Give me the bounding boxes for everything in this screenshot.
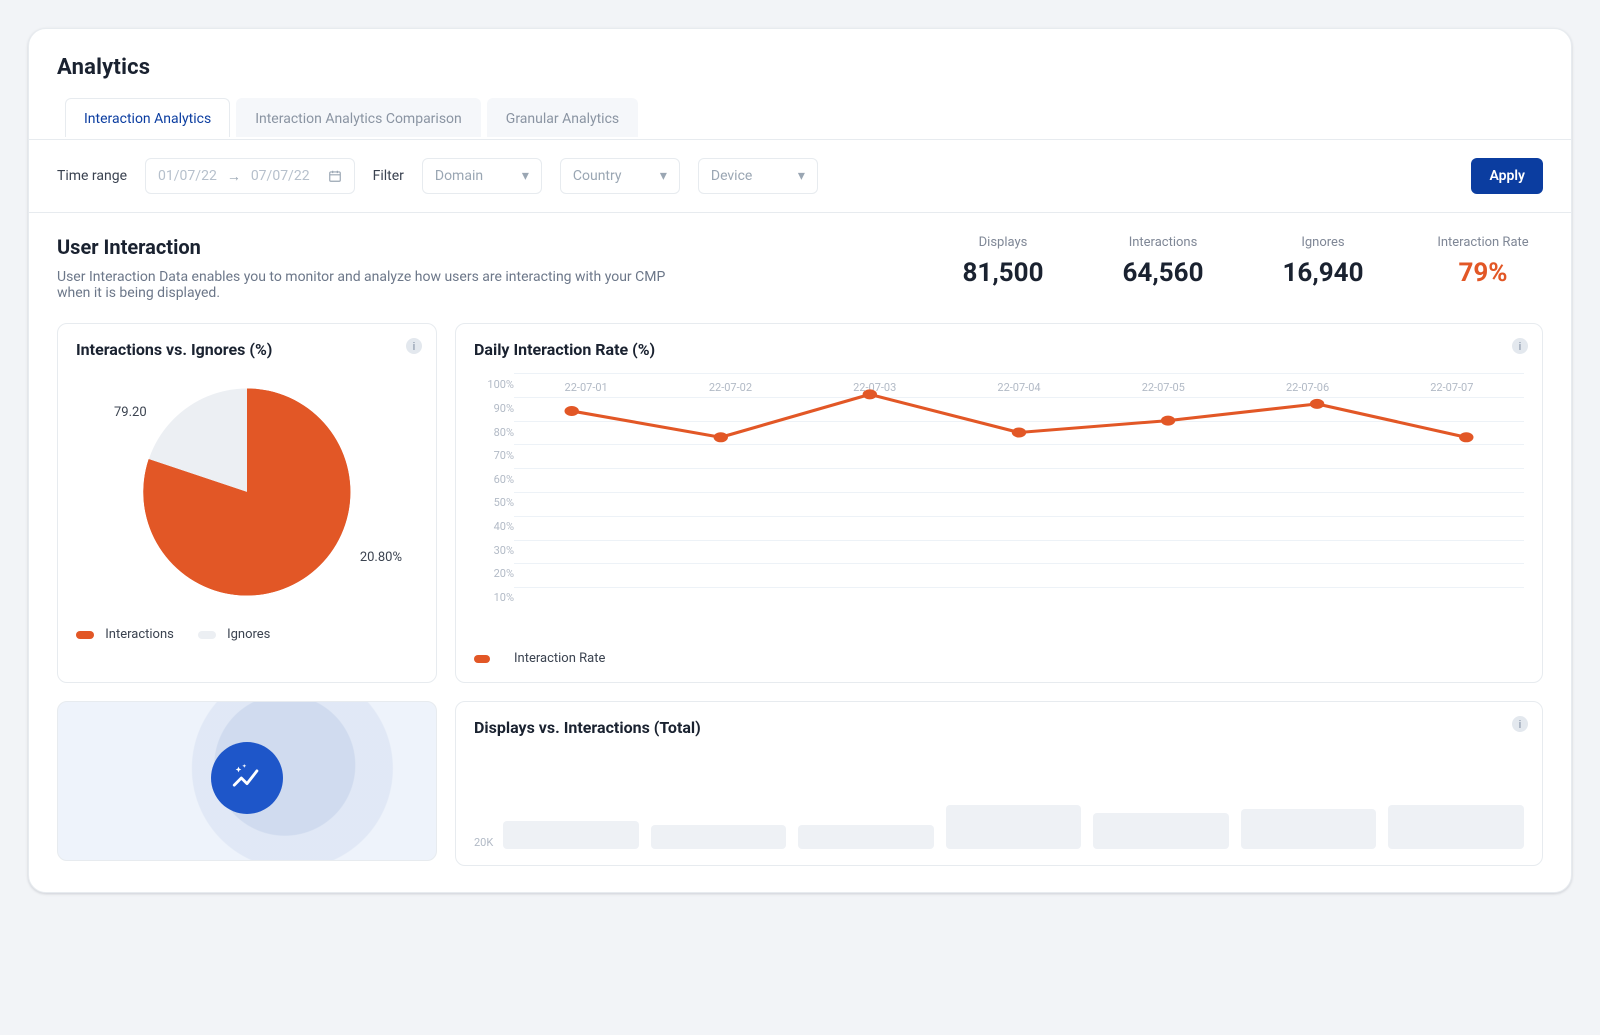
chevron-down-icon: ▾: [522, 168, 529, 184]
kpi-label: Interactions: [1103, 235, 1223, 250]
bar: [798, 825, 934, 849]
pie-svg: [132, 377, 362, 607]
bars-chart: [503, 779, 1524, 849]
y-axis: 100% 90% 80% 70% 60% 50% 40% 30% 20% 10%: [474, 373, 514, 633]
kpi-value: 16,940: [1263, 258, 1383, 288]
bar: [946, 805, 1082, 849]
bar: [1093, 813, 1229, 849]
legend-label: Interaction Rate: [514, 651, 605, 666]
page-header: Analytics Interaction Analytics Interact…: [29, 29, 1571, 139]
card-bars: Displays vs. Interactions (Total) i 20K: [455, 701, 1543, 866]
pie-legend: Interactions Ignores: [76, 627, 418, 642]
page-title: Analytics: [57, 55, 1543, 80]
card-pie: Interactions vs. Ignores (%) i 79.20: [57, 323, 437, 683]
kpi-interaction-rate: Interaction Rate 79%: [1423, 235, 1543, 288]
date-from: 01/07/22: [158, 168, 217, 184]
apply-button[interactable]: Apply: [1471, 158, 1543, 194]
pie-title: Interactions vs. Ignores (%): [76, 340, 418, 359]
tab-interaction-analytics[interactable]: Interaction Analytics: [65, 98, 230, 137]
kpi-label: Ignores: [1263, 235, 1383, 250]
ytick: 80%: [474, 426, 514, 439]
device-dropdown[interactable]: Device ▾: [698, 158, 818, 194]
info-icon[interactable]: i: [1512, 338, 1528, 354]
chevron-down-icon: ▾: [798, 168, 805, 184]
section-head: User Interaction User Interaction Data e…: [57, 235, 1543, 301]
ytick: 50%: [474, 496, 514, 509]
kpi-ignores: Ignores 16,940: [1263, 235, 1383, 288]
ytick: 60%: [474, 473, 514, 486]
date-to: 07/07/22: [251, 168, 310, 184]
sparkle-trend-icon: [211, 742, 283, 814]
ytick: 100%: [474, 378, 514, 391]
filter-bar: Time range 01/07/22 → 07/07/22 Filter Do…: [29, 140, 1571, 213]
swatch-orange: [76, 631, 94, 639]
bar: [1388, 805, 1524, 849]
swatch-orange: [474, 655, 490, 663]
legend-ignores: Ignores: [198, 627, 271, 642]
tab-interaction-analytics-comparison[interactable]: Interaction Analytics Comparison: [236, 98, 481, 137]
pie-chart: 79.20 20.80%: [132, 377, 362, 607]
swatch-gray: [198, 631, 216, 639]
device-dropdown-label: Device: [711, 168, 752, 184]
filter-label: Filter: [373, 168, 404, 184]
line-chart: 100% 90% 80% 70% 60% 50% 40% 30% 20% 10%: [474, 373, 1524, 633]
legend-label: Interactions: [105, 627, 174, 642]
kpi-displays: Displays 81,500: [943, 235, 1063, 288]
calendar-icon: [328, 169, 342, 183]
kpi-value: 81,500: [943, 258, 1063, 288]
tab-granular-analytics[interactable]: Granular Analytics: [487, 98, 638, 137]
bars-title: Displays vs. Interactions (Total): [474, 718, 1524, 737]
line-legend: Interaction Rate: [474, 651, 1524, 666]
kpis: Displays 81,500 Interactions 64,560 Igno…: [943, 235, 1543, 288]
section-description: User Interaction Data enables you to mon…: [57, 269, 677, 301]
domain-dropdown-label: Domain: [435, 168, 483, 184]
card-promo: [57, 701, 437, 861]
arrow-right-icon: →: [227, 168, 241, 185]
chevron-down-icon: ▾: [660, 168, 667, 184]
body: User Interaction User Interaction Data e…: [29, 213, 1571, 892]
country-dropdown[interactable]: Country ▾: [560, 158, 680, 194]
bar: [1241, 809, 1377, 849]
bar: [651, 825, 787, 849]
kpi-value: 79%: [1423, 258, 1543, 288]
ytick: 20%: [474, 567, 514, 580]
kpi-label: Displays: [943, 235, 1063, 250]
legend-label: Ignores: [227, 627, 270, 642]
info-icon[interactable]: i: [1512, 716, 1528, 732]
kpi-label: Interaction Rate: [1423, 235, 1543, 250]
tabs: Interaction Analytics Interaction Analyt…: [57, 98, 1543, 137]
ytick: 90%: [474, 402, 514, 415]
analytics-surface: Analytics Interaction Analytics Interact…: [28, 28, 1572, 893]
plot: 22-07-01 22-07-02 22-07-03 22-07-04 22-0…: [514, 373, 1524, 633]
ytick: 10%: [474, 591, 514, 604]
kpi-interactions: Interactions 64,560: [1103, 235, 1223, 288]
ytick: 40%: [474, 520, 514, 533]
card-line: Daily Interaction Rate (%) i 100% 90% 80…: [455, 323, 1543, 683]
ytick: 30%: [474, 544, 514, 557]
time-range-label: Time range: [57, 168, 127, 184]
domain-dropdown[interactable]: Domain ▾: [422, 158, 542, 194]
line-title: Daily Interaction Rate (%): [474, 340, 1524, 359]
section-title: User Interaction: [57, 235, 677, 259]
legend-interactions: Interactions: [76, 627, 174, 642]
kpi-value: 64,560: [1103, 258, 1223, 288]
pie-label-b: 20.80%: [360, 550, 402, 565]
pie-label-a: 79.20: [114, 405, 147, 420]
ytick: 70%: [474, 449, 514, 462]
info-icon[interactable]: i: [406, 338, 422, 354]
ytick-20k: 20K: [474, 836, 493, 849]
country-dropdown-label: Country: [573, 168, 622, 184]
bar: [503, 821, 639, 849]
line-svg: [514, 373, 1524, 611]
date-range-input[interactable]: 01/07/22 → 07/07/22: [145, 158, 355, 194]
